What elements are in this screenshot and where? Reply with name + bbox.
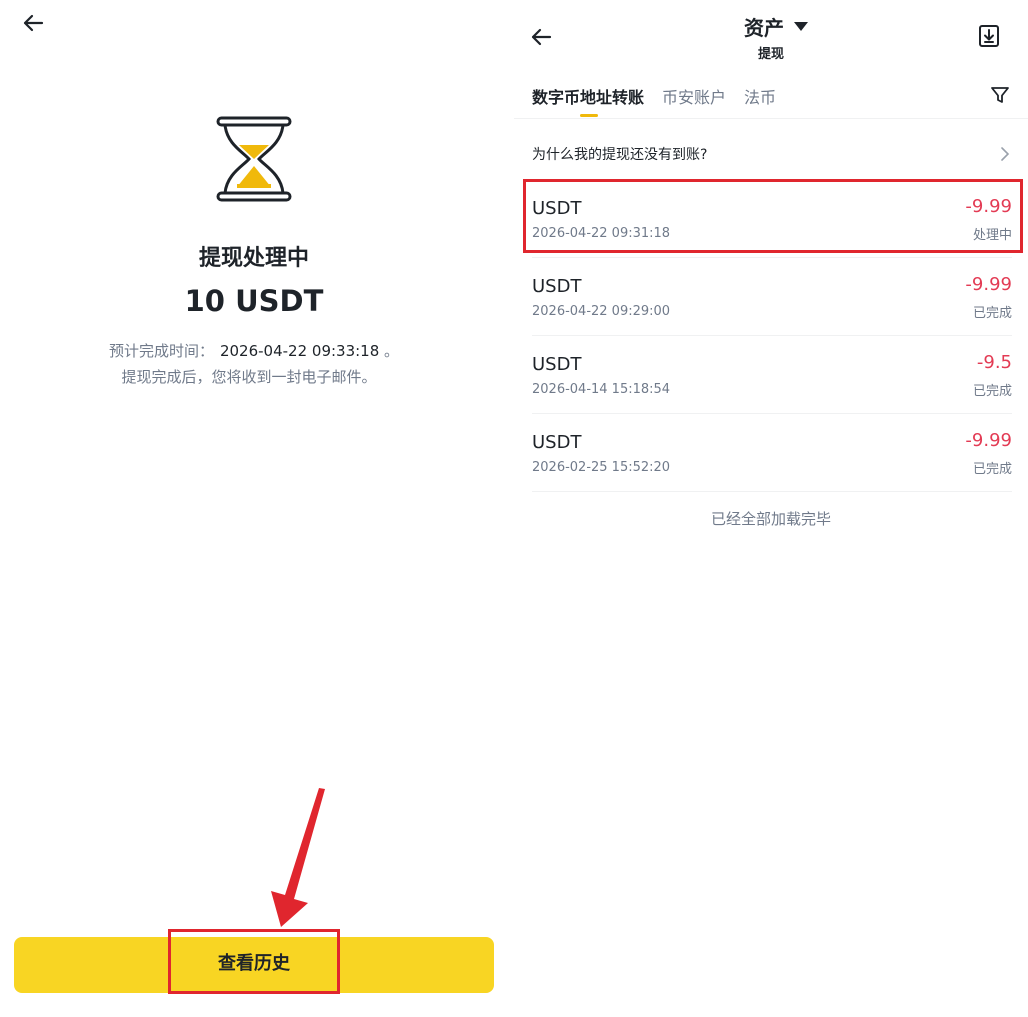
all-loaded-text: 已经全部加载完毕	[710, 510, 831, 528]
tx-time: 2026-04-22 09:29:00	[532, 304, 671, 319]
withdraw-amount: 10 USDT	[184, 284, 324, 318]
tx-amount: -9.99	[965, 196, 1012, 217]
header-title: 资产	[744, 16, 784, 40]
withdraw-history-panel: 资产 提现 数字币地址转账 币安账户 法币 为什么我的提现还没有到账? USDT…	[514, 0, 1028, 1017]
transaction-row[interactable]: USDT 2026-04-22 09:31:18 -9.99 处理中	[532, 180, 1012, 258]
transaction-row[interactable]: USDT 2026-04-14 15:18:54 -9.5 已完成	[532, 336, 1012, 414]
tx-coin: USDT	[532, 354, 582, 375]
eta-suffix: 。	[384, 342, 400, 360]
eta-time: 2026-04-22 09:33:18	[219, 342, 380, 360]
tx-coin: USDT	[532, 198, 582, 219]
why-not-arrived-text: 为什么我的提现还没有到账?	[532, 147, 708, 163]
transaction-row[interactable]: USDT 2026-04-22 09:29:00 -9.99 已完成	[532, 258, 1012, 336]
tab-crypto-address[interactable]: 数字币地址转账	[532, 84, 644, 108]
tab-bar: 数字币地址转账 币安账户 法币	[532, 84, 776, 108]
tx-status: 已完成	[972, 306, 1012, 321]
back-arrow-icon[interactable]	[528, 24, 554, 50]
tx-status: 已完成	[972, 462, 1012, 477]
filter-icon[interactable]	[990, 85, 1010, 105]
email-note: 提现完成后，您将收到一封电子邮件。	[121, 368, 377, 386]
tx-time: 2026-04-14 15:18:54	[532, 382, 671, 397]
export-icon[interactable]	[978, 24, 1000, 48]
hourglass-icon	[216, 116, 292, 202]
tx-amount: -9.99	[965, 274, 1012, 295]
back-arrow-icon[interactable]	[20, 10, 46, 36]
withdraw-status-title: 提现处理中	[198, 246, 309, 271]
withdraw-status-panel: 提现处理中 10 USDT 预计完成时间： 2026-04-22 09:33:18…	[0, 0, 510, 1017]
why-not-arrived-link[interactable]: 为什么我的提现还没有到账?	[532, 136, 1012, 172]
tx-coin: USDT	[532, 276, 582, 297]
tx-coin: USDT	[532, 432, 582, 453]
divider	[514, 118, 1028, 119]
tx-status: 已完成	[972, 384, 1012, 399]
tab-binance-account[interactable]: 币安账户	[662, 84, 726, 108]
eta-line: 预计完成时间： 2026-04-22 09:33:18 。	[0, 340, 508, 361]
tx-status: 处理中	[972, 228, 1012, 243]
eta-label: 预计完成时间：	[108, 342, 214, 360]
asset-dropdown[interactable]: 资产	[744, 12, 808, 41]
transaction-row[interactable]: USDT 2026-02-25 15:52:20 -9.99 已完成	[532, 414, 1012, 492]
tx-time: 2026-02-25 15:52:20	[532, 460, 671, 475]
header-subtitle: 提现	[758, 47, 785, 62]
caret-down-icon	[794, 22, 808, 31]
tx-amount: -9.5	[976, 352, 1012, 373]
tab-fiat[interactable]: 法币	[744, 84, 776, 108]
view-history-label[interactable]: 查看历史	[168, 929, 340, 994]
tx-time: 2026-04-22 09:31:18	[532, 226, 671, 241]
tx-amount: -9.99	[965, 430, 1012, 451]
active-tab-indicator	[580, 114, 598, 117]
chevron-right-icon	[1001, 147, 1010, 161]
